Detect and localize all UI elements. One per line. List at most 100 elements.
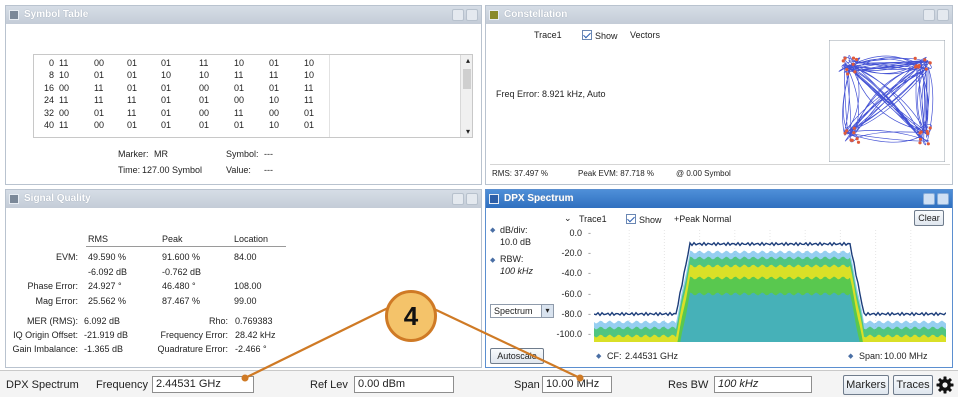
sq-peak-value: 46.480 ° <box>162 281 196 291</box>
dbdiv-label[interactable]: dB/div: <box>500 225 528 235</box>
signal-quality-titlebar[interactable]: Signal Quality <box>6 190 481 208</box>
maximize-icon[interactable] <box>452 193 464 205</box>
sq-extra-value: 6.092 dB <box>84 316 121 326</box>
row-index: 24 <box>43 95 54 106</box>
vertical-scrollbar[interactable] <box>460 55 472 137</box>
table-row[interactable]: 8 10 01 01 10 10 11 11 10 <box>34 70 459 82</box>
checkbox-checked-icon[interactable] <box>582 30 592 40</box>
dpx-spectrum-plot[interactable] <box>594 230 946 342</box>
sq-rms-value: 24.927 ° <box>88 281 122 291</box>
table-icon <box>9 10 19 20</box>
col-header-location: Location <box>234 234 269 244</box>
close-icon[interactable] <box>466 9 478 21</box>
symbol-cell: 00 <box>59 82 70 93</box>
clear-button[interactable]: Clear <box>914 210 944 226</box>
sq-rms-value: 49.590 % <box>88 252 127 262</box>
markers-button[interactable]: Markers <box>843 375 889 395</box>
spectrum-icon <box>489 194 499 204</box>
reflev-field[interactable]: 0.00 dBm <box>354 376 454 393</box>
diamond-icon[interactable]: ◆ <box>490 256 495 264</box>
settings-gear-icon[interactable] <box>936 376 954 394</box>
rbw-value[interactable]: 100 kHz <box>500 266 533 276</box>
view-select[interactable]: Spectrum ▾ <box>490 304 554 318</box>
symbol-cell: 11 <box>127 107 137 118</box>
diamond-icon[interactable]: ◆ <box>596 352 601 360</box>
frequency-field[interactable]: 2.44531 GHz <box>152 376 254 393</box>
reflev-label: Ref Lev <box>310 379 348 391</box>
sq-extra-label: Gain Imbalance: <box>12 344 78 354</box>
symbol-cell: 00 <box>59 107 70 118</box>
maximize-icon[interactable] <box>923 9 935 21</box>
symbol-value: --- <box>264 149 273 159</box>
constellation-point <box>928 126 932 130</box>
table-row[interactable]: 32 00 01 11 01 00 11 00 01 <box>34 108 459 120</box>
symbol-cell: 01 <box>94 70 105 81</box>
symbol-cell: 00 <box>234 95 245 106</box>
constellation-window: Constellation Trace1 Show Vectors Freq E… <box>485 5 953 185</box>
dbdiv-value[interactable]: 10.0 dB <box>500 237 531 247</box>
table-row[interactable]: 40 11 00 01 01 01 01 10 01 <box>34 120 459 132</box>
close-icon[interactable] <box>466 193 478 205</box>
resbw-field[interactable]: 100 kHz <box>714 376 812 393</box>
symbol-grid[interactable]: 40 11 00 01 01 01 01 10 01 32 00 01 11 01 00 11 00 01 24 11… <box>33 54 473 138</box>
maximize-icon[interactable] <box>923 193 935 205</box>
y-tick-label: -80.0 <box>561 308 582 319</box>
symbol-cell: 11 <box>304 95 314 106</box>
cf-label[interactable]: CF: <box>607 351 622 361</box>
sq-peak-value: 87.467 % <box>162 295 201 306</box>
symbol-cell: 10 <box>304 58 315 68</box>
close-icon[interactable] <box>937 9 949 21</box>
constellation-trace-label[interactable]: Trace1 <box>534 30 562 40</box>
scroll-down-icon[interactable]: ▾ <box>466 127 470 136</box>
rbw-label[interactable]: RBW: <box>500 254 523 264</box>
constellation-point <box>926 142 930 146</box>
scroll-up-icon[interactable]: ▴ <box>466 56 470 65</box>
dpx-trace-label[interactable]: Trace1 <box>579 214 607 224</box>
symbol-cell: 01 <box>304 107 315 118</box>
diamond-icon[interactable]: ◆ <box>848 352 853 360</box>
checkbox-checked-icon[interactable] <box>626 214 636 224</box>
traces-button[interactable]: Traces <box>893 375 933 395</box>
table-row[interactable]: 16 00 11 01 01 00 01 01 11 <box>34 83 459 95</box>
at-symbol-readout: @ 0.00 Symbol <box>676 169 731 178</box>
dropdown-arrow-icon[interactable]: ▾ <box>541 305 553 317</box>
time-label: Time: <box>118 165 141 175</box>
symbol-table-titlebar[interactable]: Symbol Table <box>6 6 481 24</box>
symbol-cell: 01 <box>199 120 210 130</box>
dpx-spectrum-title: DPX Spectrum <box>504 193 574 204</box>
y-tick-mark: - <box>588 329 591 339</box>
symbol-cell: 01 <box>127 120 138 130</box>
constellation-show-checkbox[interactable]: Show <box>582 30 618 41</box>
span-label[interactable]: Span: <box>859 351 883 361</box>
chevron-down-icon[interactable]: ⌄ <box>564 213 572 224</box>
constellation-point <box>845 68 849 72</box>
sq-row-label: Mag Error: <box>35 295 78 306</box>
span-field[interactable]: 10.00 MHz <box>542 376 612 393</box>
constellation-icon <box>489 10 499 20</box>
vectors-label[interactable]: Vectors <box>630 30 660 40</box>
diamond-icon[interactable]: ◆ <box>490 226 495 234</box>
symbol-cell: 11 <box>304 82 314 93</box>
dpx-show-checkbox[interactable]: Show <box>626 214 662 225</box>
col-header-rms: RMS <box>88 234 108 244</box>
cf-value[interactable]: 2.44531 GHz <box>625 351 678 361</box>
span-readout[interactable]: 10.00 MHz <box>884 351 928 361</box>
show-label: Show <box>595 31 618 41</box>
constellation-point <box>923 58 927 62</box>
close-icon[interactable] <box>937 193 949 205</box>
autoscale-button[interactable]: Autoscale <box>490 348 544 364</box>
table-row[interactable]: 24 11 11 11 01 01 00 10 11 <box>34 95 459 107</box>
table-row[interactable]: 0 11 00 01 01 11 10 01 10 <box>34 58 459 70</box>
sq-location-value: 84.00 <box>234 252 257 262</box>
constellation-point <box>855 137 859 141</box>
dpx-spectrum-titlebar[interactable]: DPX Spectrum <box>486 190 952 208</box>
symbol-cell: 01 <box>269 82 280 93</box>
constellation-titlebar[interactable]: Constellation <box>486 6 952 24</box>
trace-mode-label[interactable]: +Peak Normal <box>674 214 731 224</box>
constellation-point <box>841 59 845 63</box>
maximize-icon[interactable] <box>452 9 464 21</box>
y-tick-mark: - <box>588 268 591 279</box>
y-tick-mark: - <box>588 308 591 319</box>
symbol-cell: 01 <box>234 120 245 130</box>
row-index: 40 <box>43 120 54 130</box>
